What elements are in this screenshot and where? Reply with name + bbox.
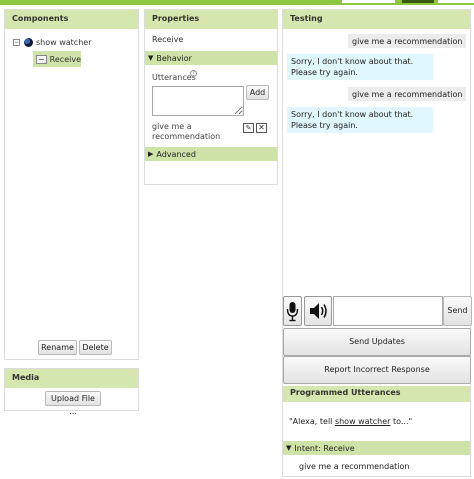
components-panel: Components − show watcher Receive Rename… <box>4 9 139 360</box>
tree-root-label: show watcher <box>36 38 92 47</box>
properties-header: Properties <box>145 10 277 29</box>
minus-box-icon[interactable]: − <box>13 39 20 46</box>
programmed-utterances-header: Programmed Utterances <box>283 386 470 402</box>
top-tab-segment <box>438 0 474 3</box>
advanced-section-toggle[interactable]: ▶ Advanced <box>145 147 277 161</box>
speaker-icon <box>310 303 327 319</box>
top-accent-bar <box>0 0 474 5</box>
media-header: Media <box>5 369 138 388</box>
media-panel: Media Upload File ... <box>4 368 139 416</box>
bot-message: Sorry, I don't know about that. Please t… <box>287 54 433 80</box>
tree-item-receive[interactable]: Receive <box>33 51 81 67</box>
advanced-label: Advanced <box>156 149 196 159</box>
user-message: give me a recommendation <box>348 34 466 48</box>
testing-header: Testing <box>283 10 470 29</box>
add-utterance-button[interactable]: Add <box>246 85 269 100</box>
intent-utterance: give me a recommendation <box>299 462 410 471</box>
edit-icon[interactable]: ✎ <box>243 123 254 133</box>
expanded-arrow-icon: ▼ <box>148 54 154 62</box>
top-tab-segment <box>342 0 395 3</box>
help-icon[interactable]: ? <box>190 70 197 77</box>
selected-component-name: Receive <box>152 35 184 44</box>
tree-item-label: Receive <box>49 54 81 64</box>
quote-suffix: to..." <box>390 417 413 426</box>
top-tab-active <box>402 0 434 3</box>
components-header: Components <box>5 10 138 29</box>
intent-section-toggle[interactable]: ▼ Intent: Receive <box>283 441 470 455</box>
invocation-example: "Alexa, tell show watcher to..." <box>289 417 412 426</box>
quote-prefix: "Alexa, tell <box>289 417 335 426</box>
send-button[interactable]: Send <box>443 296 472 326</box>
report-incorrect-response-button[interactable]: Report Incorrect Response <box>283 356 471 384</box>
rename-button[interactable]: Rename <box>38 340 77 355</box>
behavior-section-toggle[interactable]: ▼ Behavior <box>145 51 277 65</box>
behavior-label: Behavior <box>156 53 192 63</box>
globe-icon <box>24 38 33 47</box>
collapsed-arrow-icon: ▶ <box>148 150 154 158</box>
bot-message: Sorry, I don't know about that. Please t… <box>287 107 433 133</box>
testing-panel: Testing give me a recommendation Sorry, … <box>282 9 472 477</box>
user-message: give me a recommendation <box>348 87 466 101</box>
chat-input[interactable] <box>333 296 443 326</box>
upload-file-button[interactable]: Upload File ... <box>45 391 101 416</box>
expanded-arrow-icon: ▼ <box>286 444 292 452</box>
delete-button[interactable]: Delete <box>79 340 112 355</box>
speaker-button[interactable] <box>304 296 332 326</box>
close-box-icon[interactable]: ✕ <box>256 123 267 133</box>
tree-root[interactable]: − show watcher <box>13 38 91 47</box>
intent-label: Intent: Receive <box>294 443 355 453</box>
properties-panel: Properties Receive ▼ Behavior Utterances… <box>144 9 278 185</box>
utterance-list-item: give me a recommendation <box>152 122 221 141</box>
utterance-input[interactable] <box>152 86 244 116</box>
microphone-icon <box>286 302 299 322</box>
microphone-button[interactable] <box>283 296 302 326</box>
send-updates-button[interactable]: Send Updates <box>283 328 471 356</box>
component-icon <box>36 54 47 64</box>
skill-name-link[interactable]: show watcher <box>335 417 390 426</box>
